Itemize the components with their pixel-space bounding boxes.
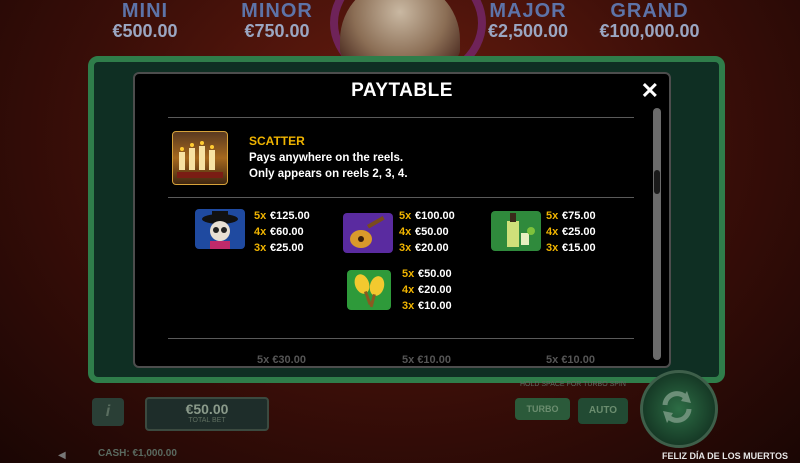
pay-amount: €10.00 — [418, 300, 452, 312]
bet-label: TOTAL BET — [188, 417, 226, 424]
pay-multiplier: 3x — [402, 300, 415, 312]
jackpot-bar: MINI €500.00 MINOR €750.00 MAJOR €2,500.… — [0, 0, 800, 50]
info-button[interactable]: i — [92, 398, 124, 426]
spin-button[interactable] — [640, 370, 718, 448]
pay-multiplier: 5x — [402, 268, 415, 280]
jackpot-grand: GRAND €100,000.00 — [592, 0, 707, 48]
cash-display: CASH: €1,000.00 — [98, 448, 177, 459]
pay-amount: €75.00 — [562, 210, 596, 222]
peek-amount: €30.00 — [272, 354, 306, 366]
pay-row: 4x €20.00 — [402, 282, 452, 298]
jackpot-grand-name: GRAND — [610, 0, 689, 22]
guitar-icon — [343, 213, 393, 253]
peek-multiplier: 5x — [402, 354, 415, 366]
turbo-button[interactable]: TURBO — [515, 398, 570, 420]
paytable-modal: PAYTABLE ✕ SCATTER Pays anywhere on the … — [133, 72, 671, 368]
jackpot-major-name: MAJOR — [489, 0, 567, 22]
scatter-symbol-icon — [172, 131, 228, 185]
pay-row: 4x €60.00 — [254, 224, 310, 240]
jackpot-major: MAJOR €2,500.00 — [478, 0, 578, 48]
peek-amount: €10.00 — [417, 354, 451, 366]
modal-title: PAYTABLE — [351, 80, 453, 101]
spin-arrows-icon — [662, 391, 692, 423]
tequila-bottle-icon — [491, 211, 541, 251]
close-icon[interactable]: ✕ — [641, 78, 659, 104]
pay-amount: €100.00 — [415, 210, 455, 222]
jackpot-minor-amount: €750.00 — [244, 21, 310, 41]
pay-amount: €15.00 — [562, 242, 596, 254]
jackpot-mini-amount: €500.00 — [112, 21, 178, 41]
next-row-peek: 5x €10.00 — [546, 354, 595, 366]
peek-multiplier: 5x — [546, 354, 559, 366]
scrollbar-track[interactable] — [653, 108, 661, 360]
pay-amount: €25.00 — [562, 226, 596, 238]
game-title: FELIZ DÍA DE LOS MUERTOS — [661, 451, 788, 461]
next-row-peek: 5x €10.00 — [402, 354, 451, 366]
symbol-4-pays: 5x €50.00 4x €20.00 3x €10.00 — [402, 266, 452, 314]
pay-row: 3x €20.00 — [399, 240, 455, 256]
pay-amount: €60.00 — [270, 226, 304, 238]
pay-row: 5x €75.00 — [546, 208, 596, 224]
scrollbar-thumb[interactable] — [654, 170, 660, 194]
scatter-description-line1: Pays anywhere on the reels. — [249, 152, 404, 164]
scatter-title: SCATTER — [249, 134, 305, 148]
pay-multiplier: 5x — [254, 210, 267, 222]
pay-row: 3x €25.00 — [254, 240, 310, 256]
pay-multiplier: 5x — [399, 210, 412, 222]
pay-multiplier: 3x — [399, 242, 412, 254]
pay-row: 4x €50.00 — [399, 224, 455, 240]
pay-amount: €20.00 — [418, 284, 452, 296]
pay-amount: €125.00 — [270, 210, 310, 222]
symbol-3-pays: 5x €75.00 4x €25.00 3x €15.00 — [546, 208, 596, 256]
pay-row: 3x €10.00 — [402, 298, 452, 314]
pay-row: 4x €25.00 — [546, 224, 596, 240]
pay-row: 5x €100.00 — [399, 208, 455, 224]
pay-row: 3x €15.00 — [546, 240, 596, 256]
symbol-2-pays: 5x €100.00 4x €50.00 3x €20.00 — [399, 208, 455, 256]
modal-header: PAYTABLE — [135, 74, 669, 108]
jackpot-mini: MINI €500.00 — [100, 0, 190, 48]
jackpot-grand-amount: €100,000.00 — [599, 21, 700, 41]
divider — [168, 117, 634, 118]
pay-multiplier: 4x — [402, 284, 415, 296]
divider — [168, 197, 634, 198]
peek-multiplier: 5x — [257, 354, 270, 366]
jackpot-major-amount: €2,500.00 — [487, 21, 569, 41]
divider — [168, 338, 634, 339]
jackpot-minor-name: MINOR — [241, 0, 313, 22]
bet-value: €50.00 — [185, 401, 229, 417]
pay-amount: €50.00 — [415, 226, 449, 238]
pay-multiplier: 3x — [546, 242, 559, 254]
speaker-icon[interactable]: ◀ — [58, 450, 70, 461]
jackpot-minor: MINOR €750.00 — [232, 0, 322, 48]
pay-amount: €20.00 — [415, 242, 449, 254]
jackpot-mini-name: MINI — [121, 0, 169, 22]
total-bet-display[interactable]: €50.00 TOTAL BET — [145, 397, 269, 431]
pay-multiplier: 4x — [254, 226, 267, 238]
maracas-icon — [347, 270, 391, 310]
pay-multiplier: 4x — [546, 226, 559, 238]
auto-button[interactable]: AUTO — [578, 398, 628, 424]
pay-multiplier: 4x — [399, 226, 412, 238]
pay-amount: €50.00 — [418, 268, 452, 280]
pay-row: 5x €125.00 — [254, 208, 310, 224]
pay-amount: €25.00 — [270, 242, 304, 254]
pay-multiplier: 5x — [546, 210, 559, 222]
pay-row: 5x €50.00 — [402, 266, 452, 282]
symbol-1-pays: 5x €125.00 4x €60.00 3x €25.00 — [254, 208, 310, 256]
pay-multiplier: 3x — [254, 242, 267, 254]
peek-amount: €10.00 — [561, 354, 595, 366]
hold-space-hint: HOLD SPACE FOR TURBO SPIN — [520, 381, 626, 388]
next-row-peek: 5x €30.00 — [257, 354, 306, 366]
scatter-description-line2: Only appears on reels 2, 3, 4. — [249, 168, 408, 180]
day-of-dead-man-icon — [195, 209, 245, 249]
